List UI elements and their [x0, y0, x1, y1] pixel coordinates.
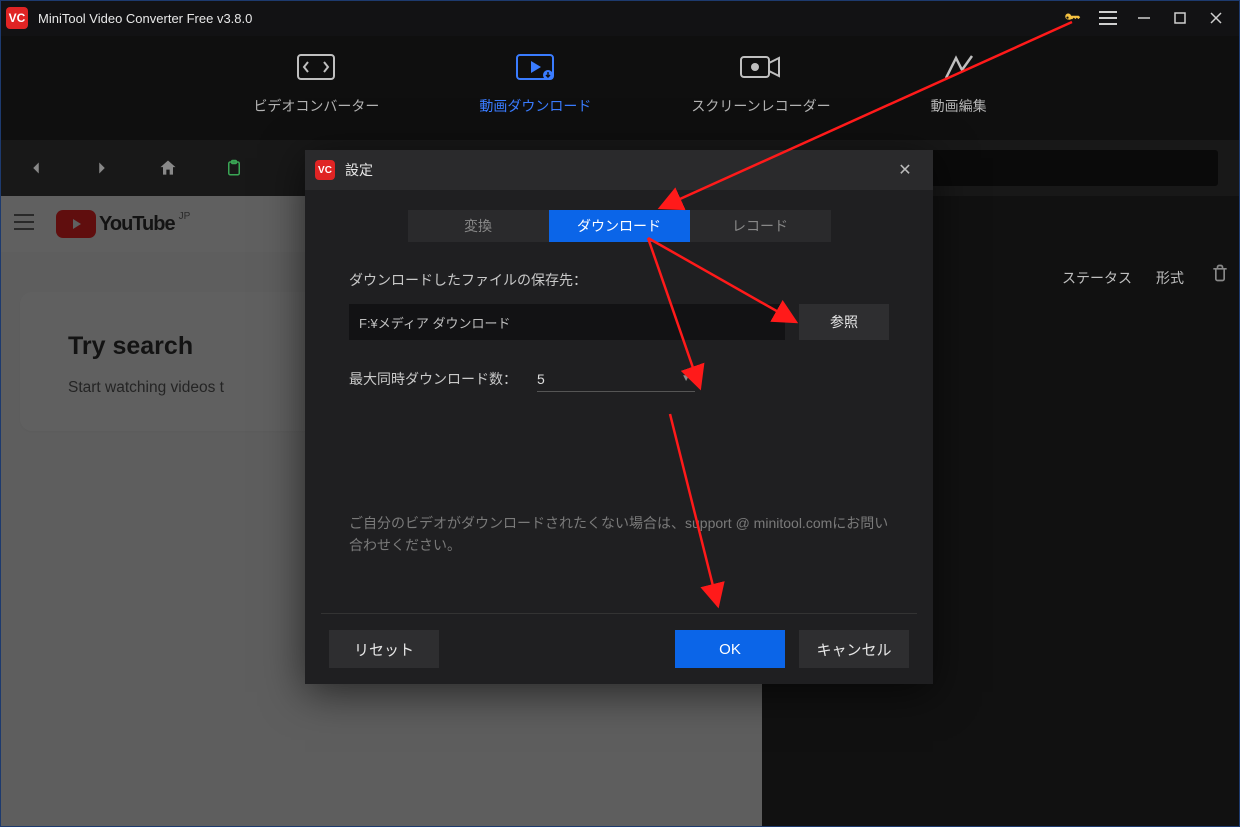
save-path-input[interactable] — [349, 304, 785, 340]
dialog-footer: リセット OK キャンセル — [305, 630, 933, 668]
converter-icon — [294, 52, 338, 82]
nav-video-download[interactable]: 動画ダウンロード — [479, 52, 591, 140]
settings-dialog: VC 設定 ✕ 変換 ダウンロード レコード ダウンロードしたファイルの保存先：… — [305, 150, 933, 684]
column-format: 形式 — [1156, 268, 1184, 288]
title-bar: VC MiniTool Video Converter Free v3.8.0 — [0, 0, 1240, 36]
nav-video-converter[interactable]: ビデオコンバーター — [253, 52, 379, 140]
reset-button[interactable]: リセット — [329, 630, 439, 668]
nav-label: スクリーンレコーダー — [691, 96, 830, 116]
max-downloads-value: 5 — [537, 371, 545, 387]
dialog-tabs: 変換 ダウンロード レコード — [305, 210, 933, 242]
nav-label: ビデオコンバーター — [253, 96, 379, 116]
nav-label: 動画ダウンロード — [479, 96, 591, 116]
dialog-close-icon[interactable]: ✕ — [887, 152, 923, 188]
close-icon[interactable] — [1198, 0, 1234, 36]
download-icon — [513, 52, 557, 82]
home-button[interactable] — [154, 154, 182, 182]
maximize-icon[interactable] — [1162, 0, 1198, 36]
max-downloads-label: 最大同時ダウンロード数： — [349, 369, 517, 389]
trash-icon[interactable] — [1210, 262, 1230, 289]
key-icon[interactable] — [1054, 0, 1090, 36]
max-downloads-select[interactable]: 5 ▼ — [537, 366, 695, 392]
recorder-icon — [739, 52, 783, 82]
dialog-titlebar: VC 設定 ✕ — [305, 150, 933, 190]
forward-button[interactable] — [88, 154, 116, 182]
clipboard-button[interactable] — [220, 154, 248, 182]
minimize-icon[interactable] — [1126, 0, 1162, 36]
edit-icon — [937, 52, 981, 82]
nav-label: 動画編集 — [931, 96, 987, 116]
dialog-title: 設定 — [345, 160, 887, 180]
dialog-app-icon: VC — [315, 160, 335, 180]
save-location-label: ダウンロードしたファイルの保存先： — [349, 270, 889, 290]
browse-button[interactable]: 参照 — [799, 304, 889, 340]
chevron-down-icon: ▼ — [681, 373, 691, 384]
main-nav: ビデオコンバーター 動画ダウンロード スクリーンレコーダー 動画編集 — [0, 36, 1240, 140]
ok-button[interactable]: OK — [675, 630, 785, 668]
window-title: MiniTool Video Converter Free v3.8.0 — [38, 11, 252, 26]
tab-download[interactable]: ダウンロード — [549, 210, 690, 242]
nav-screen-recorder[interactable]: スクリーンレコーダー — [691, 52, 830, 140]
back-button[interactable] — [22, 154, 50, 182]
tab-convert[interactable]: 変換 — [408, 210, 549, 242]
dialog-divider — [321, 613, 917, 614]
cancel-button[interactable]: キャンセル — [799, 630, 909, 668]
tab-record[interactable]: レコード — [690, 210, 831, 242]
support-note: ご自分のビデオがダウンロードされたくない場合は、support @ minito… — [349, 512, 889, 557]
dialog-body: ダウンロードしたファイルの保存先： 参照 最大同時ダウンロード数： 5 ▼ ご自… — [305, 242, 933, 557]
app-icon: VC — [6, 7, 28, 29]
column-status: ステータス — [1062, 268, 1132, 288]
nav-video-edit[interactable]: 動画編集 — [931, 52, 987, 140]
hamburger-icon[interactable] — [1090, 0, 1126, 36]
